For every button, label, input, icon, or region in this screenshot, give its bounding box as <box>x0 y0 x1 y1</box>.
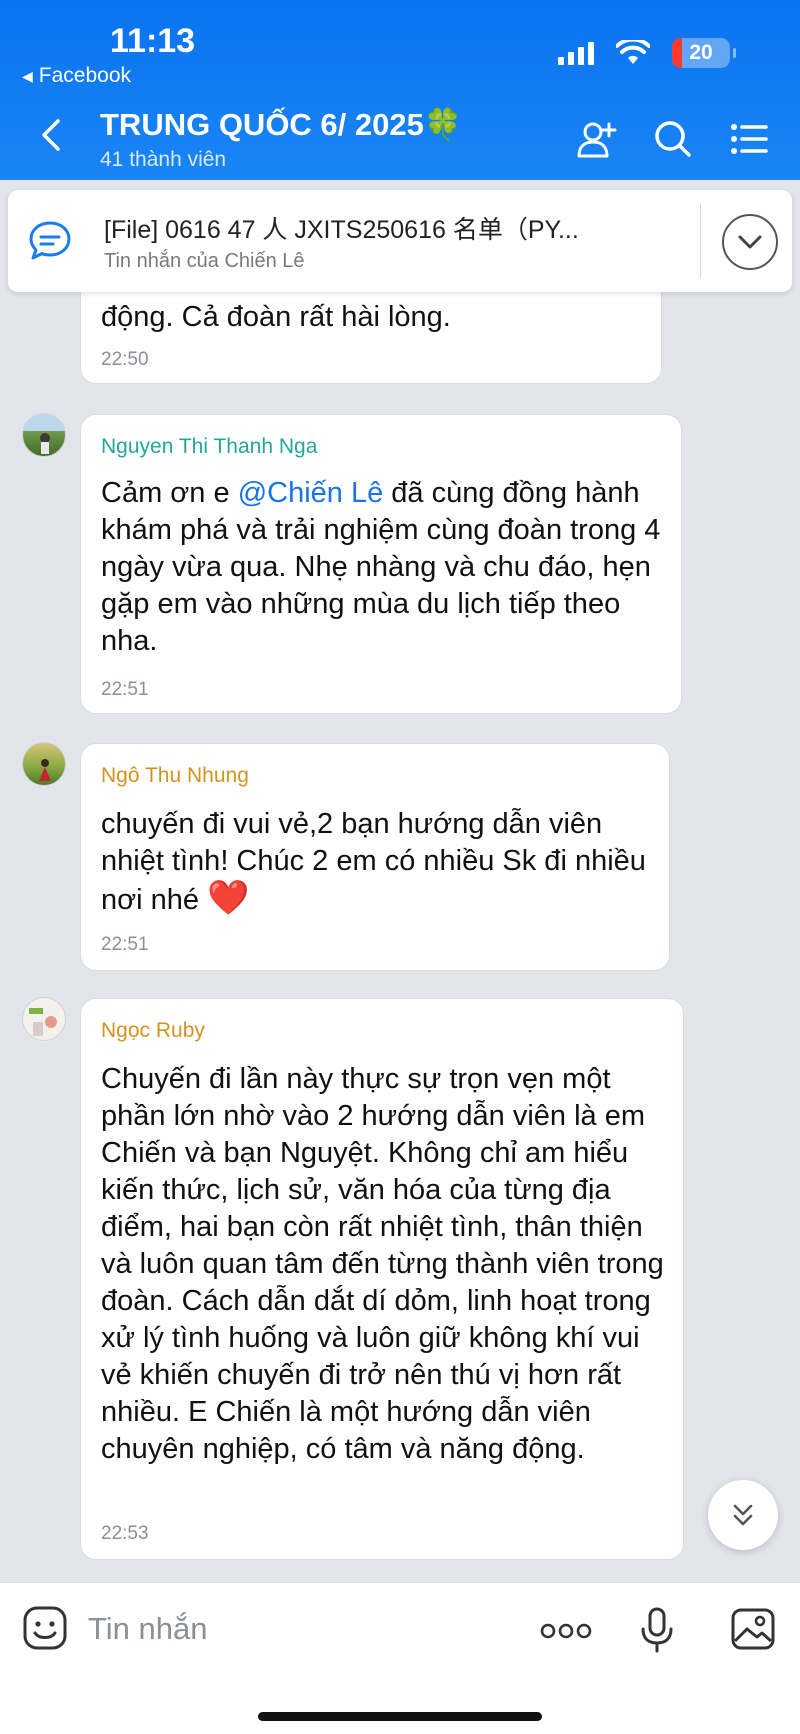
message-input[interactable]: Tin nhắn <box>88 1611 208 1647</box>
member-count[interactable]: 41 thành viên <box>100 148 226 172</box>
message-time: 22:53 <box>101 1523 149 1544</box>
back-to-app-link[interactable]: ◀ Facebook <box>22 64 131 88</box>
pinned-subtitle: Tin nhắn của Chiến Lê <box>104 250 305 272</box>
battery-level: 20 <box>689 41 713 64</box>
avatar[interactable] <box>22 997 66 1041</box>
chat-header: 11:13 ◀ Facebook 20 TRUNG QUỐC 6/ 2025🍀 … <box>0 0 800 180</box>
message-text: động. Cả đoàn rất hài lòng. <box>101 301 451 333</box>
message-text-part: Cảm ơn e <box>101 477 238 509</box>
back-app-label: Facebook <box>38 64 132 87</box>
sender-name[interactable]: Nguyen Thi Thanh Nga <box>101 435 317 459</box>
search-icon[interactable] <box>652 118 694 160</box>
status-indicators: 20 <box>558 38 736 68</box>
image-icon[interactable] <box>730 1607 776 1651</box>
message-time: 22:50 <box>101 349 149 370</box>
scroll-to-bottom-button[interactable] <box>708 1480 778 1550</box>
sender-name[interactable]: Ngọc Ruby <box>101 1019 205 1043</box>
divider <box>700 204 701 278</box>
message-text-part: chuyến đi vui vẻ,2 bạn hướng dẫn viên nh… <box>101 808 646 916</box>
message-time: 22:51 <box>101 934 149 955</box>
avatar[interactable] <box>22 413 66 457</box>
pinned-title: [File] 0616 47 人 JXITS250616 名单（PY... <box>104 216 579 244</box>
header-actions <box>576 118 770 160</box>
message-text: Chuyến đi lần này thực sự trọn vẹn một p… <box>101 1063 664 1465</box>
message-bubble[interactable]: Ngô Thu Nhung chuyến đi vui vẻ,2 bạn hướ… <box>80 743 670 971</box>
battery-icon: 20 <box>672 38 736 68</box>
mention-link[interactable]: @Chiến Lê <box>238 477 384 509</box>
group-title[interactable]: TRUNG QUỐC 6/ 2025🍀 <box>100 106 462 143</box>
double-chevron-down-icon <box>733 1504 753 1526</box>
pinned-message-bar[interactable]: [File] 0616 47 人 JXITS250616 名单（PY... Ti… <box>8 190 792 292</box>
list-menu-icon[interactable] <box>728 118 770 160</box>
emoji-icon[interactable] <box>22 1605 68 1651</box>
message-bubble[interactable]: Ngọc Ruby Chuyến đi lần này thực sự trọn… <box>80 998 684 1560</box>
sender-name[interactable]: Ngô Thu Nhung <box>101 764 249 788</box>
chevron-down-icon[interactable] <box>722 214 778 270</box>
back-triangle-icon: ◀ <box>22 67 33 84</box>
message-time: 22:51 <box>101 679 149 700</box>
home-indicator[interactable] <box>258 1712 542 1721</box>
message-text: Cảm ơn e @Chiến Lê đã cùng đồng hành khá… <box>101 475 669 660</box>
message-text: chuyến đi vui vẻ,2 bạn hướng dẫn viên nh… <box>101 806 657 919</box>
message-bubble[interactable]: Nguyen Thi Thanh Nga Cảm ơn e @Chiến Lê … <box>80 414 682 714</box>
status-time: 11:13 <box>110 22 196 60</box>
microphone-icon[interactable] <box>640 1607 674 1653</box>
chevron-left-icon[interactable] <box>40 118 62 152</box>
cellular-signal-icon <box>558 41 594 65</box>
wifi-icon <box>616 40 650 64</box>
heart-emoji: ❤️ <box>207 879 250 917</box>
more-dots-icon[interactable] <box>540 1611 592 1651</box>
avatar[interactable] <box>22 742 66 786</box>
add-member-icon[interactable] <box>576 118 618 160</box>
chat-bubble-icon <box>29 221 71 260</box>
